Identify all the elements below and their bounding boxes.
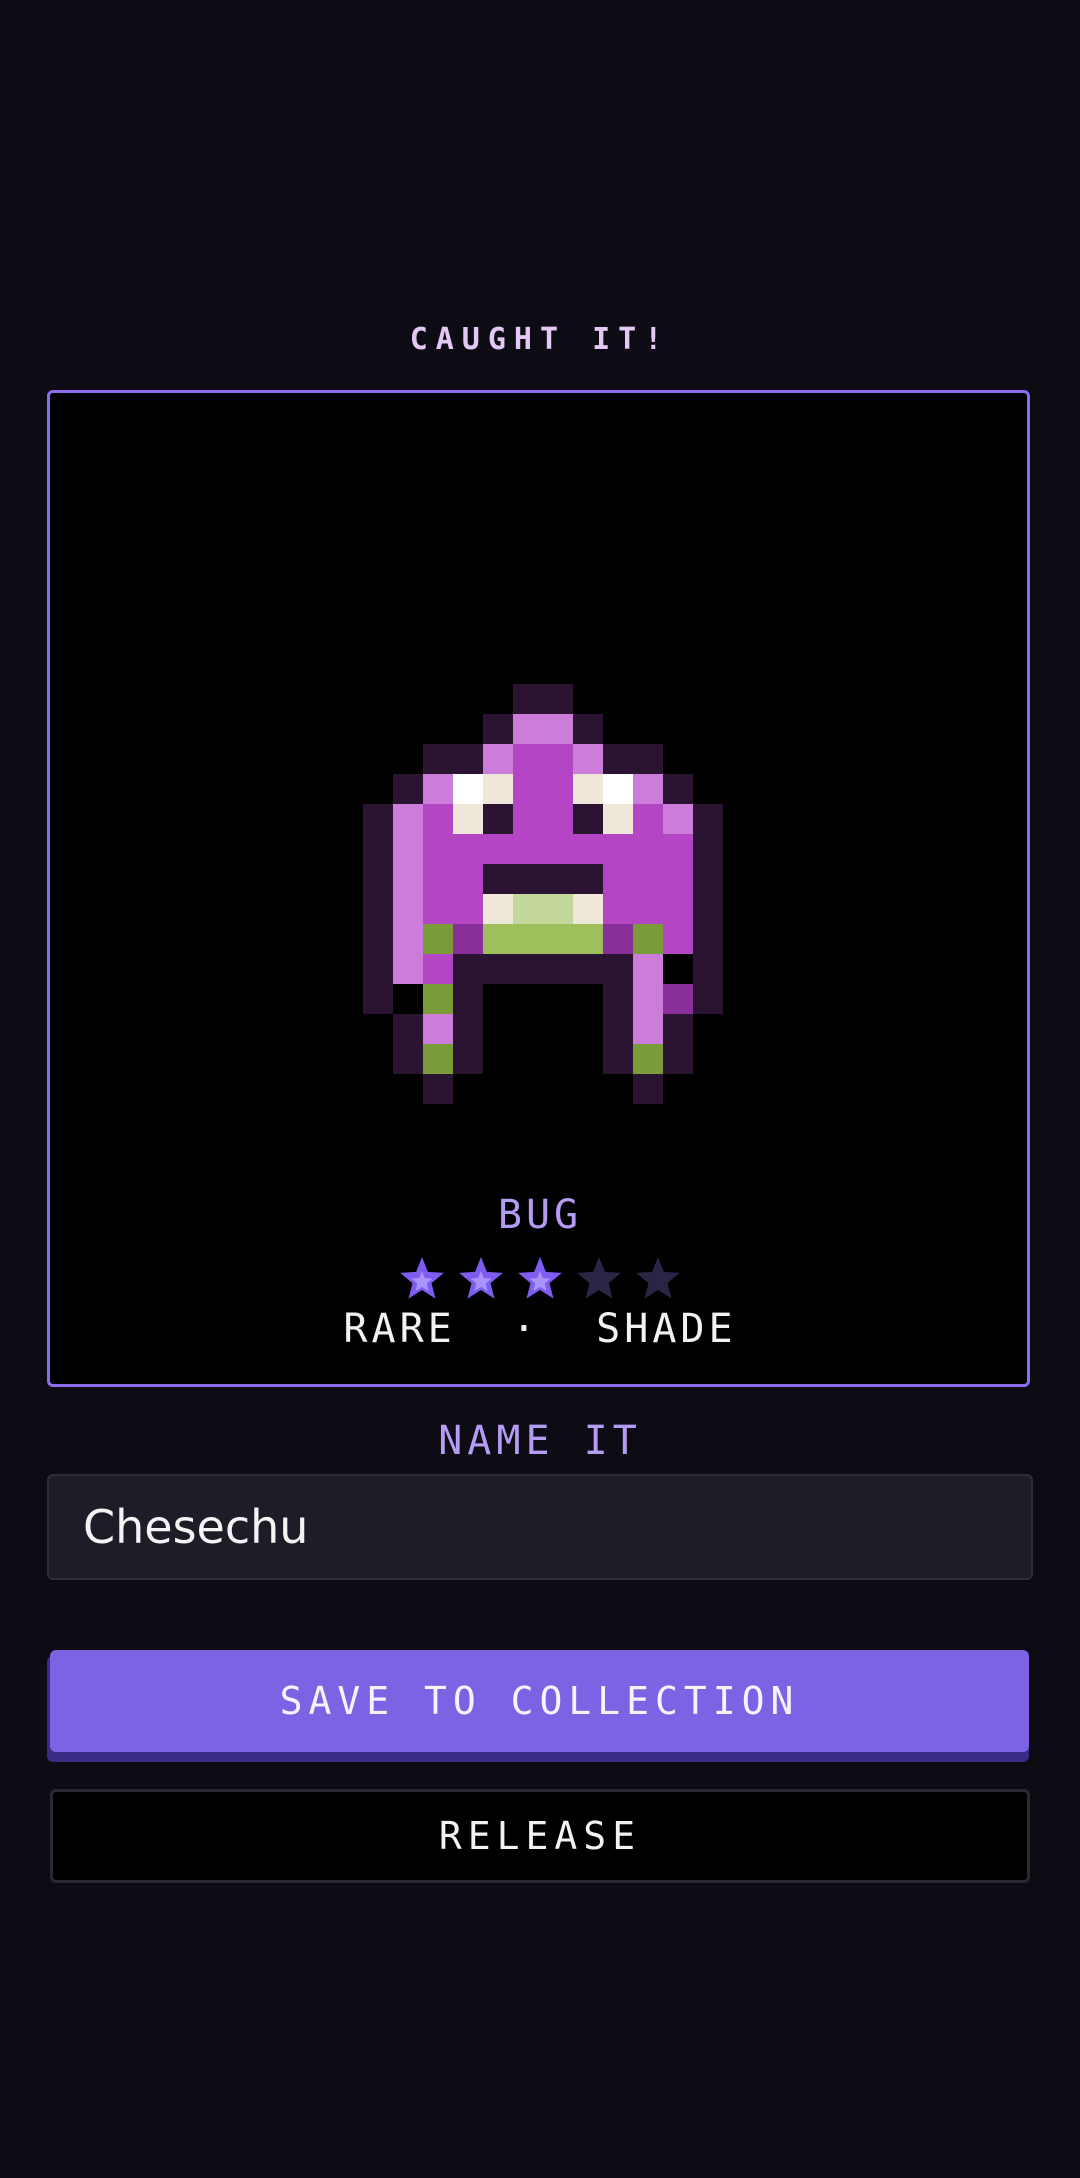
name-it-label: NAME IT xyxy=(438,1418,642,1464)
separator-dot: · xyxy=(511,1306,540,1352)
star-empty-icon xyxy=(636,1257,680,1299)
rarity-line: RARE · SHADE xyxy=(0,1306,1080,1352)
release-button[interactable]: RELEASE xyxy=(50,1789,1030,1883)
rarity-label: RARE xyxy=(343,1306,456,1352)
save-to-collection-button[interactable]: SAVE TO COLLECTION xyxy=(50,1650,1029,1752)
star-empty-icon xyxy=(577,1257,621,1299)
star-filled-icon xyxy=(459,1257,503,1299)
creature-type-label: BUG xyxy=(497,1192,583,1238)
variant-label: SHADE xyxy=(596,1306,737,1352)
rarity-stars xyxy=(400,1257,680,1299)
creature-name-input[interactable] xyxy=(47,1474,1033,1580)
page-title: CAUGHT IT! xyxy=(409,322,671,357)
star-filled-icon xyxy=(518,1257,562,1299)
star-filled-icon xyxy=(400,1257,444,1299)
